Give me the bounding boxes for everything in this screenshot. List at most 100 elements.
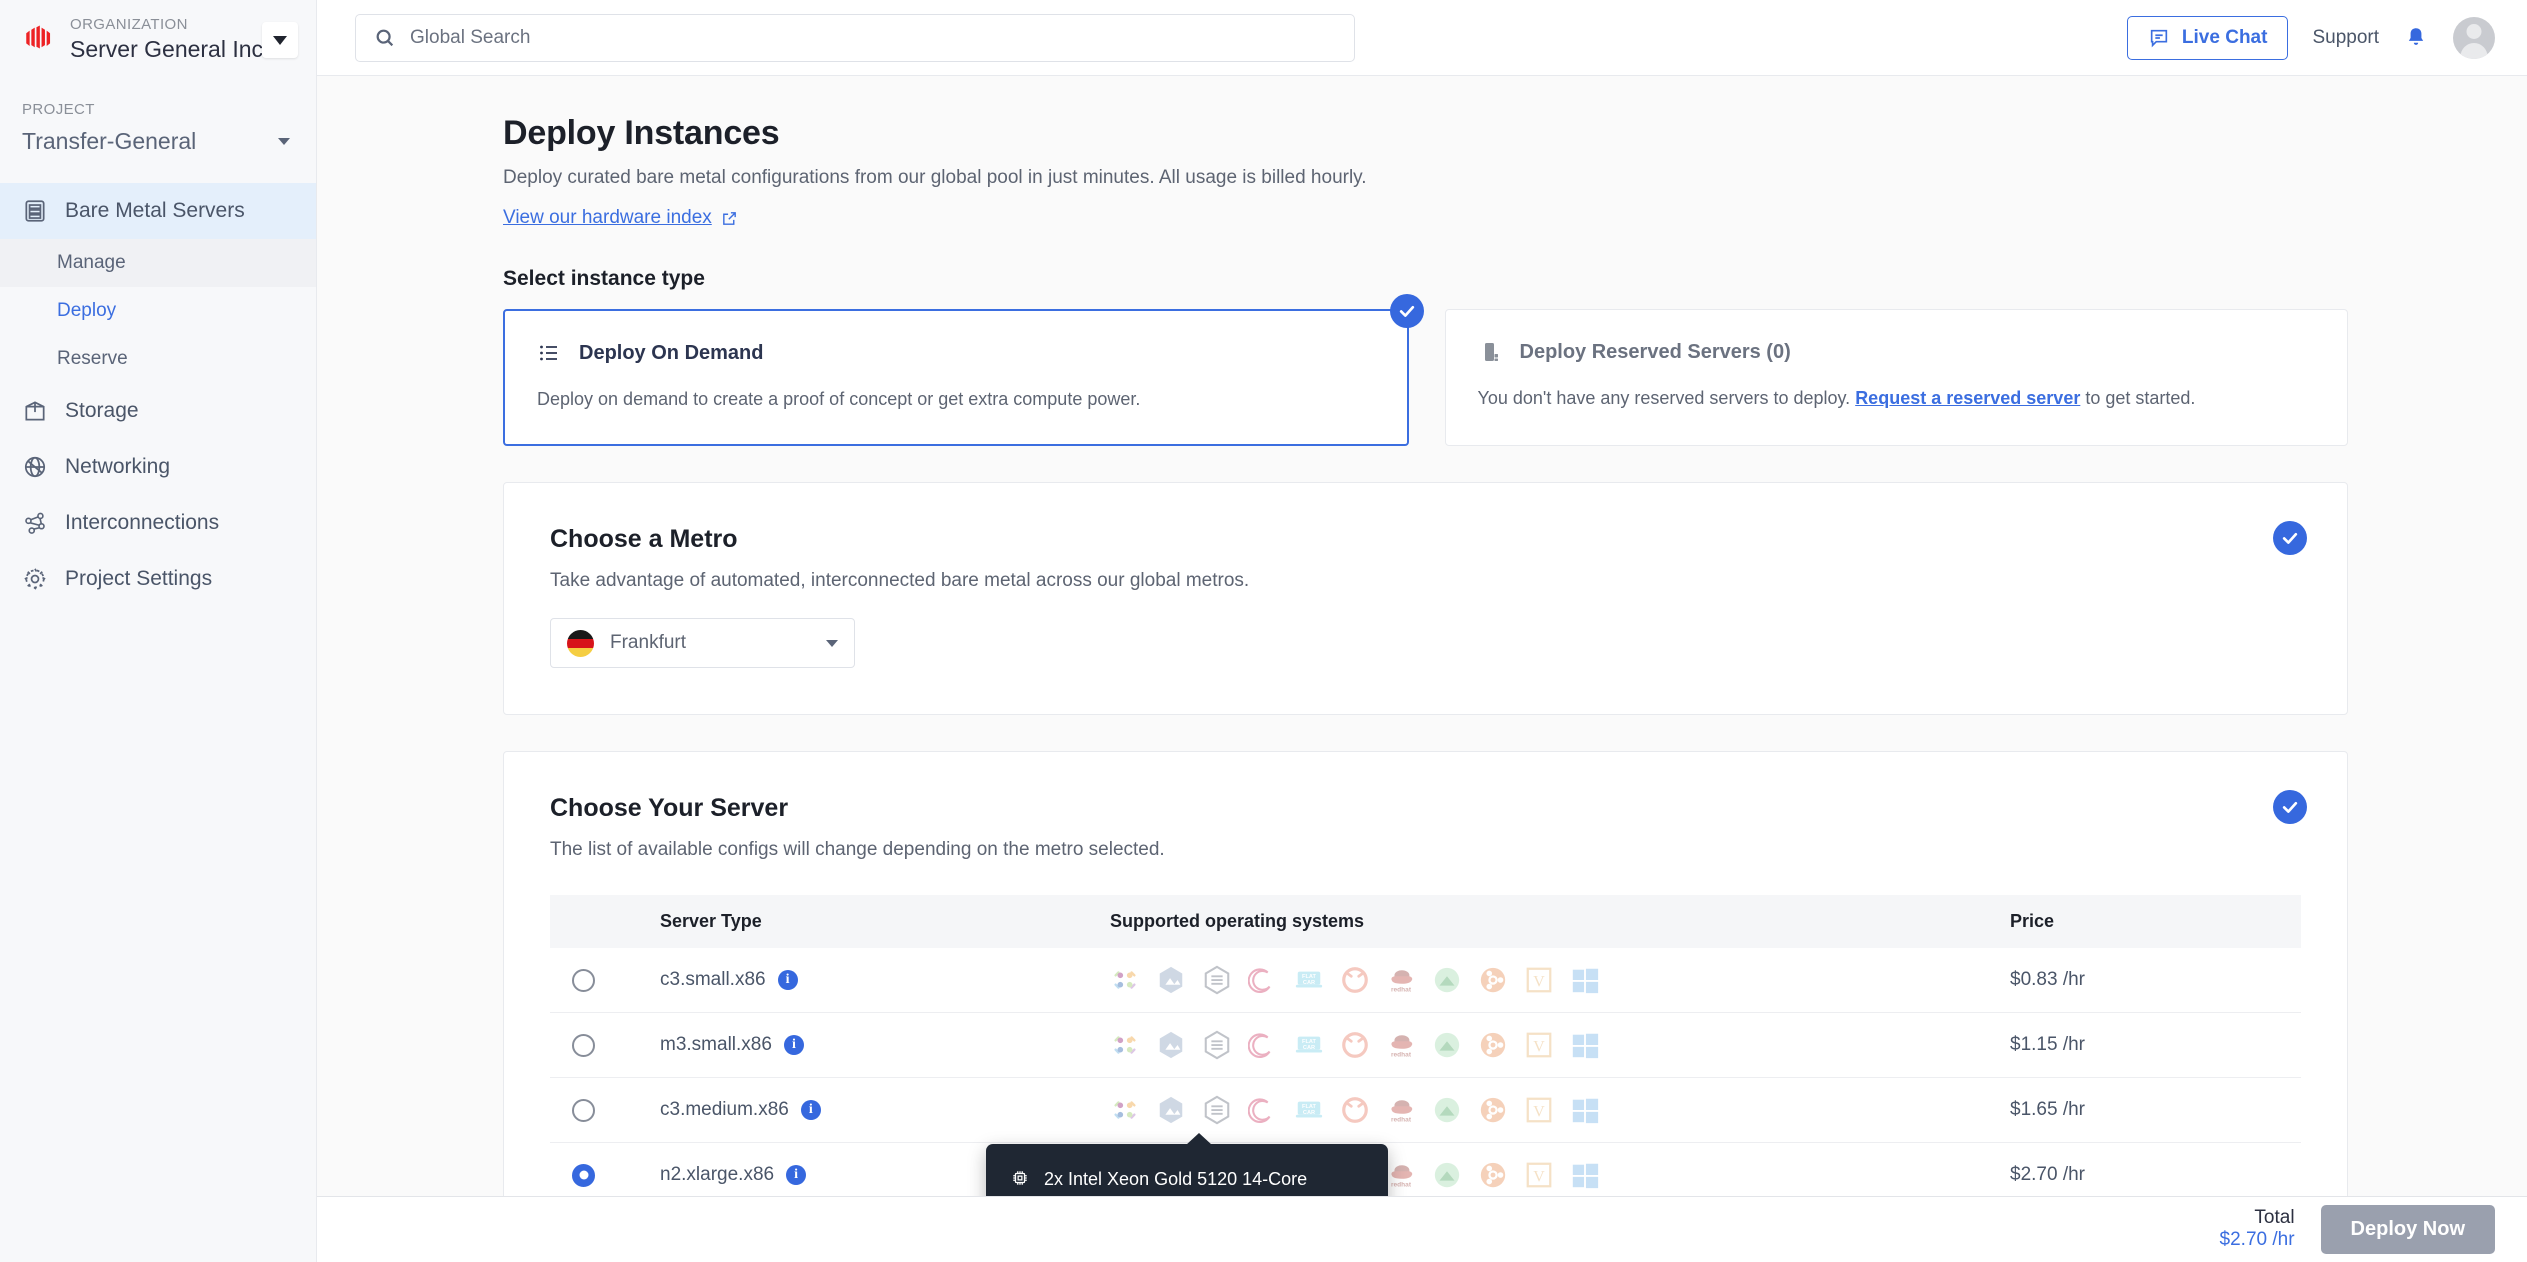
organization-switcher[interactable]: ORGANIZATION Server General Inc.	[0, 0, 316, 79]
svg-text:CAR: CAR	[1303, 980, 1315, 986]
server-radio[interactable]	[572, 968, 595, 992]
request-reserved-server-link[interactable]: Request a reserved server	[1855, 388, 2080, 408]
row-select-cell[interactable]	[550, 1012, 660, 1078]
metro-complete-badge	[2273, 521, 2307, 555]
check-icon	[2282, 532, 2298, 544]
page-subtitle: Deploy curated bare metal configurations…	[503, 167, 1367, 188]
bell-icon[interactable]	[2403, 25, 2429, 51]
total-label: Total	[2254, 1207, 2295, 1229]
windows-icon	[1570, 965, 1600, 995]
sidebar-item-label: Project Settings	[65, 566, 213, 590]
rancher-icon	[1202, 1030, 1232, 1060]
debian-icon	[1247, 1095, 1278, 1125]
redhat-icon: redhat	[1386, 1095, 1416, 1125]
hardware-index-label: View our hardware index	[503, 207, 712, 228]
metro-subtitle: Take advantage of automated, interconnec…	[550, 570, 1250, 591]
avatar[interactable]	[2453, 16, 2495, 59]
organization-label: ORGANIZATION	[70, 16, 188, 33]
row-select-cell[interactable]	[550, 1077, 660, 1143]
ubuntu-icon	[1478, 965, 1508, 995]
windows-icon	[1570, 1160, 1600, 1190]
row-os-cell: FLATCAR redhat V	[1110, 1012, 2010, 1078]
sidebar-item-label: Bare Metal Servers	[65, 198, 245, 222]
storage-icon	[25, 401, 45, 421]
info-icon[interactable]: i	[783, 1035, 804, 1055]
sidebar-item-project-settings[interactable]: Project Settings	[0, 551, 316, 607]
cpu-icon	[1010, 1168, 1030, 1194]
sidebar-item-storage[interactable]: Storage	[0, 383, 316, 439]
col-select	[550, 895, 660, 948]
reserved-title: Deploy Reserved Servers (0)	[1519, 340, 1791, 363]
sidebar-item-interconnections[interactable]: Interconnections	[0, 495, 316, 551]
organization-dropdown-button[interactable]	[262, 22, 298, 59]
select-instance-type-label: Select instance type	[503, 267, 705, 290]
server-complete-badge	[2273, 790, 2307, 824]
server-radio[interactable]	[572, 1163, 595, 1187]
chevron-down-icon	[273, 35, 287, 45]
server-type-label: m3.small.x86	[660, 1034, 772, 1055]
instance-type-reserved-card[interactable]: Deploy Reserved Servers (0) You don't ha…	[1444, 309, 2348, 446]
alpine-icon	[1156, 1095, 1186, 1125]
global-search[interactable]: Global Search	[355, 13, 1355, 62]
sidebar-item-manage[interactable]: Manage	[0, 238, 316, 287]
flatcar-icon: FLATCAR	[1294, 965, 1324, 995]
server-radio[interactable]	[572, 1098, 595, 1122]
ubuntu-icon	[1478, 1095, 1508, 1125]
svg-text:V: V	[1533, 1104, 1545, 1121]
rockylinux-icon	[1432, 1160, 1462, 1190]
sidebar-item-bare-metal-servers[interactable]: Bare Metal Servers	[0, 182, 316, 239]
check-icon	[2282, 801, 2298, 813]
server-table-head: Server Type Supported operating systems …	[550, 895, 2301, 948]
info-icon[interactable]: i	[800, 1100, 821, 1120]
on-demand-title: Deploy On Demand	[579, 341, 764, 364]
list-icon	[540, 345, 557, 361]
table-row[interactable]: c3.medium.x86 i FLAT CAR redhat V $1.65 /hr	[550, 1077, 2301, 1143]
info-icon[interactable]: i	[786, 1165, 807, 1185]
redhat-icon: redhat	[1386, 1160, 1416, 1190]
alpine-icon	[1156, 1030, 1186, 1060]
debian-icon	[1247, 965, 1278, 995]
project-switcher[interactable]: Transfer-General	[0, 128, 316, 155]
metro-selected-value: Frankfurt	[610, 632, 687, 653]
deploy-now-button[interactable]: Deploy Now	[2320, 1205, 2495, 1254]
topbar: Global Search Live Chat Support	[317, 0, 2527, 76]
svg-text:CAR: CAR	[1303, 1045, 1315, 1051]
on-demand-description: Deploy on demand to create a proof of co…	[537, 389, 1141, 409]
svg-text:V: V	[1533, 974, 1545, 991]
page-title: Deploy Instances	[503, 114, 780, 152]
external-link-icon	[722, 211, 736, 225]
table-row[interactable]: m3.small.x86 i FLAT CAR redhat V $1.15 /hr	[550, 1012, 2301, 1078]
vmware-icon: V	[1524, 1030, 1554, 1060]
redhat-icon: redhat	[1386, 965, 1416, 995]
centos-icon	[1110, 1030, 1140, 1060]
redhat-icon: redhat	[1386, 1030, 1416, 1060]
sidebar-item-networking[interactable]: Networking	[0, 439, 316, 495]
instance-type-on-demand-card[interactable]: Deploy On Demand Deploy on demand to cre…	[503, 294, 1424, 446]
organization-name: Server General Inc.	[70, 35, 270, 62]
row-select-cell[interactable]	[550, 948, 660, 1013]
choose-metro-panel: Choose a Metro Take advantage of automat…	[503, 482, 2348, 715]
info-icon[interactable]: i	[777, 970, 798, 990]
support-link[interactable]: Support	[2312, 27, 2379, 49]
main-content: Deploy Instances Deploy curated bare met…	[317, 76, 2527, 1262]
table-row[interactable]: c3.small.x86 i FLAT CAR redhat V $0.83 /hr	[550, 948, 2301, 1013]
os-icon-list: FLATCAR redhat V	[1110, 965, 2010, 995]
selected-check-badge	[1389, 294, 1424, 328]
total-value: $2.70 /hr	[2219, 1229, 2295, 1251]
hardware-index-link[interactable]: View our hardware index	[503, 207, 738, 229]
metro-select[interactable]: Frankfurt	[550, 618, 855, 668]
server-title: Choose Your Server	[550, 794, 789, 822]
sidebar-item-deploy[interactable]: Deploy	[0, 287, 316, 335]
search-input[interactable]: Global Search	[410, 27, 530, 49]
rockylinux-icon	[1432, 1095, 1462, 1125]
server-radio[interactable]	[572, 1033, 595, 1057]
windows-icon	[1570, 1030, 1600, 1060]
reserved-desc-before: You don't have any reserved servers to d…	[1477, 388, 1851, 408]
sidebar-item-reserve[interactable]: Reserve	[0, 335, 316, 383]
freebsd-icon	[1340, 965, 1370, 995]
live-chat-button[interactable]: Live Chat	[2126, 15, 2289, 60]
server-type-label: c3.small.x86	[660, 969, 766, 990]
table-header-row: Server Type Supported operating systems …	[550, 895, 2301, 948]
instance-type-cards: Deploy On Demand Deploy on demand to cre…	[503, 294, 2348, 446]
sidebar: ORGANIZATION Server General Inc. PROJECT…	[0, 0, 317, 1262]
